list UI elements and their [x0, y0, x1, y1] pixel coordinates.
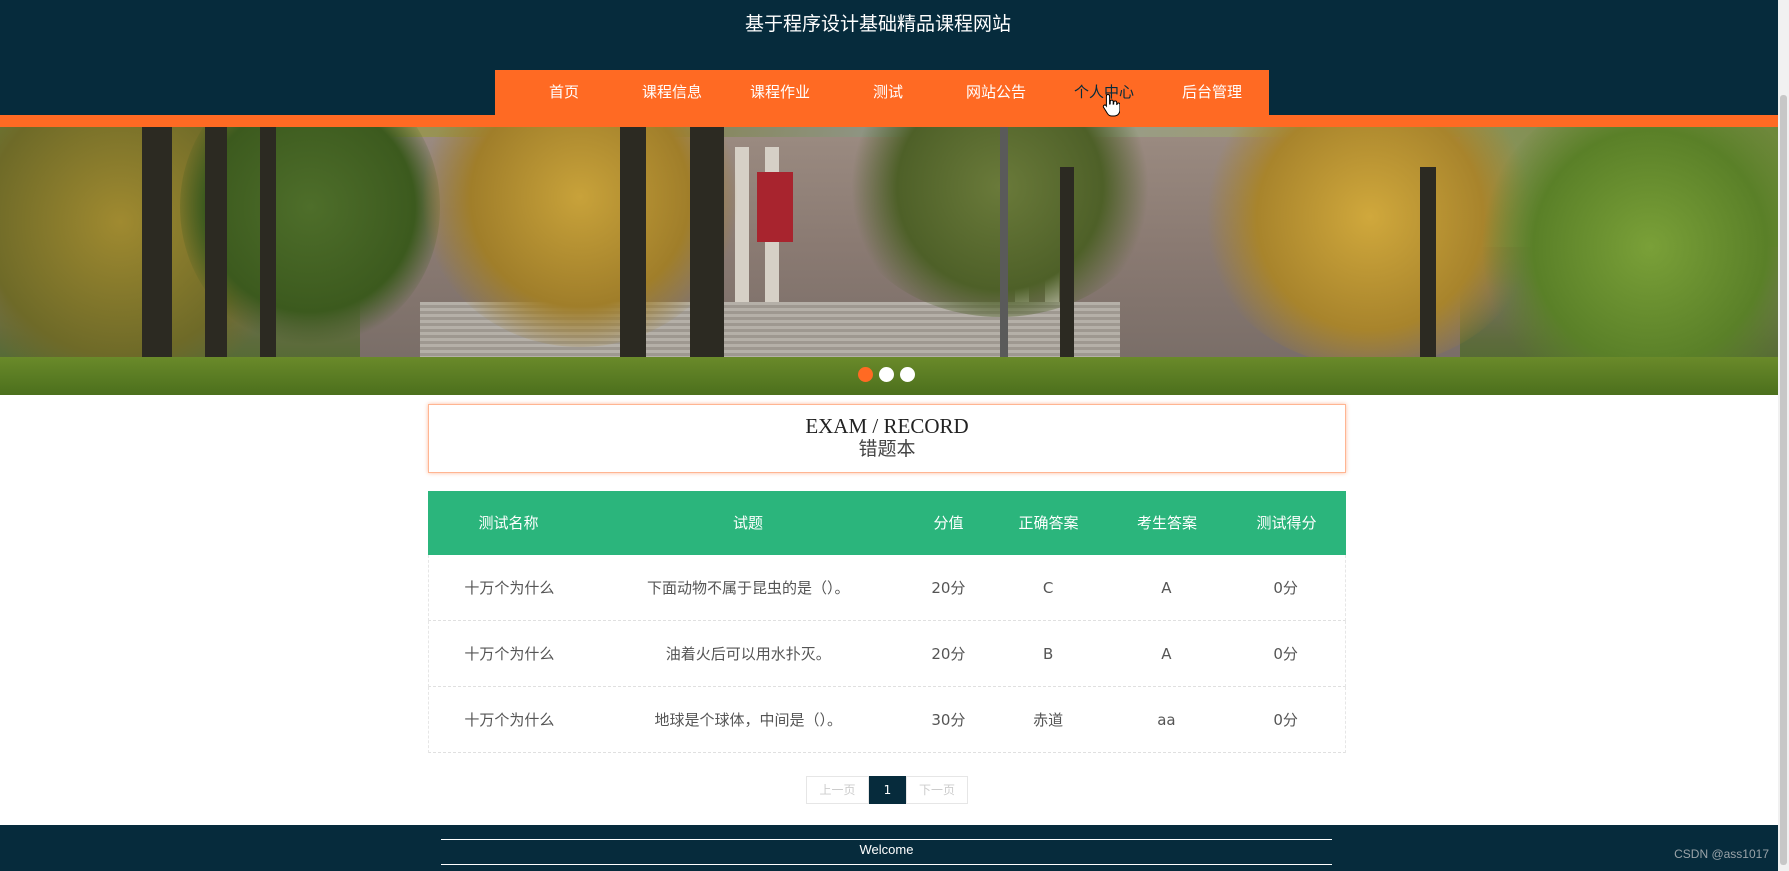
site-title: 基于程序设计基础精品课程网站 — [744, 13, 1011, 35]
hero-carousel — [0, 127, 1778, 395]
prev-page-button[interactable]: 上一页 — [806, 776, 869, 804]
nav-item-course-info[interactable]: 课程信息 — [618, 70, 726, 115]
column-header: 测试得分 — [1256, 514, 1317, 532]
table-cell: 20分 — [931, 579, 966, 597]
footer-divider — [441, 839, 1332, 840]
column-header: 分值 — [933, 514, 964, 532]
nav-item-home[interactable]: 首页 — [510, 70, 618, 115]
wrong-answer-table: 测试名称 试题 分值 正确答案 考生答案 测试得分 十万个为什么 下面动物不属于… — [428, 491, 1346, 753]
carousel-indicators — [858, 367, 915, 382]
table-cell: 0分 — [1273, 579, 1298, 597]
carousel-dot-3[interactable] — [900, 367, 915, 382]
nav-item-test[interactable]: 测试 — [834, 70, 942, 115]
table-row: 十万个为什么 下面动物不属于昆虫的是（）。 20分 C A 0分 — [428, 555, 1346, 621]
column-header: 考生答案 — [1136, 514, 1197, 532]
table-cell: aa — [1157, 711, 1176, 729]
site-footer: Welcome — [0, 825, 1778, 871]
carousel-dot-1[interactable] — [858, 367, 873, 382]
table-cell: C — [1042, 579, 1054, 597]
nav-item-announcement[interactable]: 网站公告 — [942, 70, 1050, 115]
column-header: 试题 — [732, 514, 763, 532]
table-cell: 赤道 — [1033, 711, 1064, 729]
table-row: 十万个为什么 油着火后可以用水扑灭。 20分 B A 0分 — [428, 621, 1346, 687]
table-cell: 油着火后可以用水扑灭。 — [665, 645, 831, 663]
page-number-button[interactable]: 1 — [869, 776, 906, 804]
nav-accent-bar — [0, 115, 1778, 127]
table-cell: A — [1161, 579, 1172, 597]
table-row: 十万个为什么 地球是个球体，中间是（）。 30分 赤道 aa 0分 — [428, 687, 1346, 753]
table-cell: 20分 — [931, 645, 966, 663]
nav-item-course-homework[interactable]: 课程作业 — [726, 70, 834, 115]
table-cell: A — [1161, 645, 1172, 663]
table-cell: B — [1043, 645, 1054, 663]
main-nav: 首页 课程信息 课程作业 测试 网站公告 个人中心 后台管理 — [495, 70, 1269, 115]
nav-item-admin[interactable]: 后台管理 — [1158, 70, 1266, 115]
table-cell: 0分 — [1273, 645, 1298, 663]
site-header: 基于程序设计基础精品课程网站 首页 课程信息 课程作业 测试 网站公告 个人中心… — [0, 0, 1778, 115]
table-cell: 0分 — [1273, 711, 1298, 729]
section-title-cn: 错题本 — [858, 438, 916, 460]
next-page-button[interactable]: 下一页 — [906, 776, 968, 804]
carousel-dot-2[interactable] — [879, 367, 894, 382]
section-title-en: EXAM / RECORD — [805, 414, 969, 438]
table-cell: 地球是个球体，中间是（）。 — [654, 711, 843, 729]
table-header-row: 测试名称 试题 分值 正确答案 考生答案 测试得分 — [428, 491, 1346, 555]
table-cell: 十万个为什么 — [464, 579, 555, 597]
table-cell: 十万个为什么 — [464, 711, 555, 729]
vertical-scrollbar[interactable] — [1778, 0, 1789, 871]
table-cell: 下面动物不属于昆虫的是（）。 — [647, 579, 850, 597]
column-header: 正确答案 — [1018, 514, 1079, 532]
column-header: 测试名称 — [478, 514, 539, 532]
footer-divider — [441, 864, 1332, 865]
table-cell: 十万个为什么 — [464, 645, 555, 663]
watermark: CSDN @ass1017 — [1674, 847, 1769, 861]
table-cell: 30分 — [931, 711, 966, 729]
hand-cursor-icon — [1102, 93, 1120, 117]
section-title-box: EXAM / RECORD 错题本 — [428, 404, 1346, 473]
scrollbar-thumb[interactable] — [1780, 95, 1787, 865]
footer-welcome: Welcome — [859, 842, 914, 857]
pagination: 上一页 1 下一页 — [806, 776, 968, 804]
